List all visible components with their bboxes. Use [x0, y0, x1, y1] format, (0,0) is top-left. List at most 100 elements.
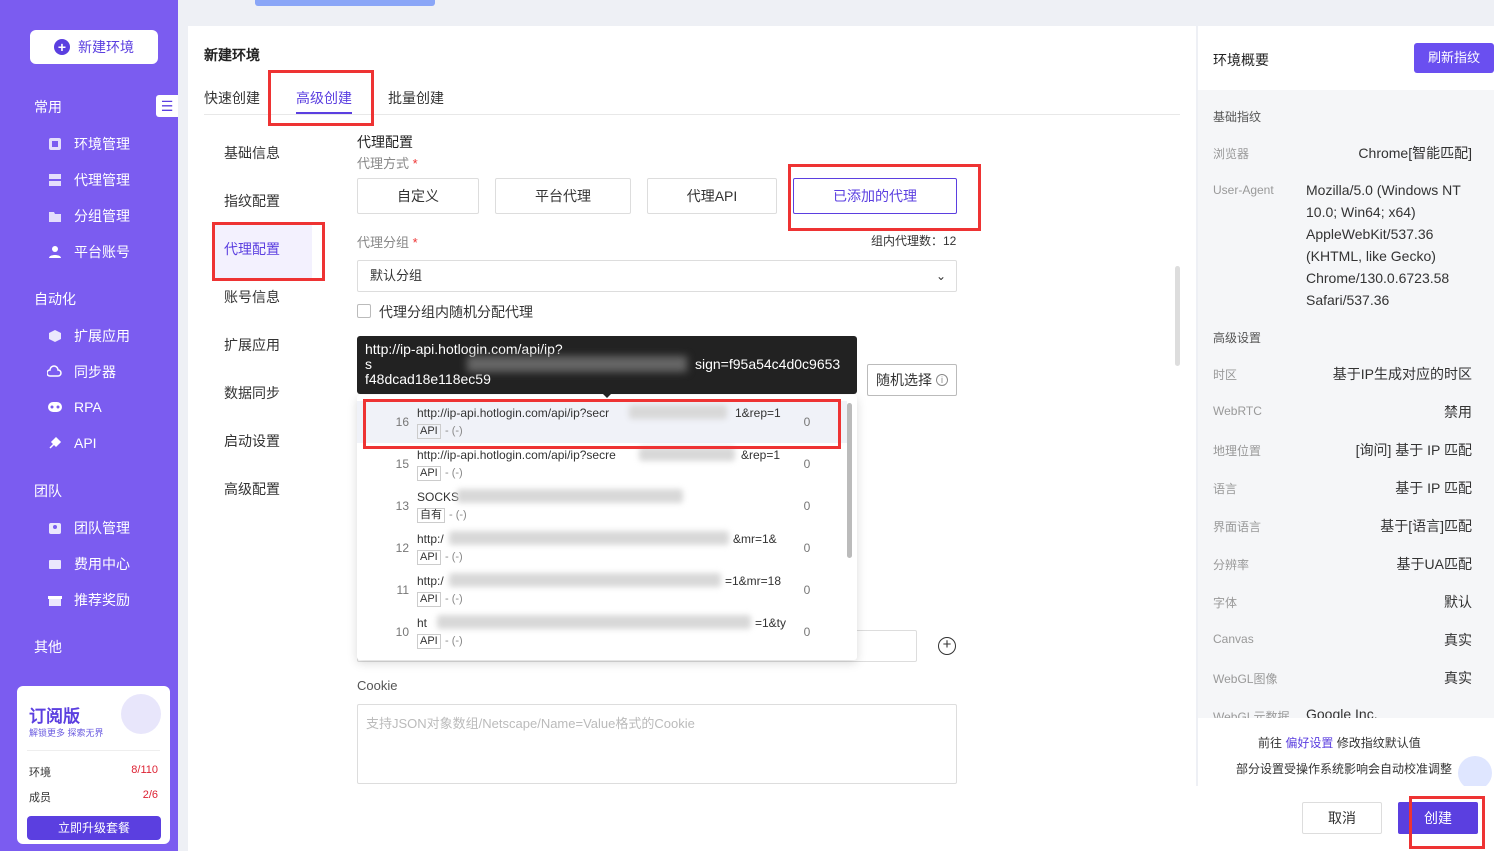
proxy-method-custom[interactable]: 自定义: [357, 178, 479, 214]
preferences-link[interactable]: 偏好设置: [1285, 736, 1333, 750]
random-select-button[interactable]: 随机选择 i: [867, 364, 957, 396]
dropdown-scrollbar[interactable]: [847, 403, 852, 558]
tooltip-arrow: [601, 392, 613, 398]
sidebar-item-rpa[interactable]: RPA: [46, 398, 102, 416]
wallet-icon: [46, 555, 64, 573]
cookie-textarea[interactable]: 支持JSON对象数组/Netscape/Name=Value格式的Cookie: [357, 704, 957, 784]
refresh-fingerprint-button[interactable]: 刷新指纹: [1414, 43, 1494, 73]
robot-icon: [46, 398, 64, 416]
cloud-sync-icon: [46, 363, 64, 381]
subscription-card: 订阅版 解锁更多 探索无界 环境 8/110 成员 2/6 立即升级套餐: [17, 686, 170, 844]
divider: [27, 750, 160, 751]
highlight-box: [363, 399, 841, 449]
timezone-value: 基于IP生成对应的时区: [1332, 366, 1472, 382]
assistant-bot-icon[interactable]: [1458, 756, 1492, 790]
sidebar-item-group[interactable]: 分组管理: [46, 206, 130, 226]
new-environment-label: 新建环境: [78, 39, 134, 55]
section-other: 其他: [34, 639, 62, 655]
proxy-option-11[interactable]: 11 http:/ =1&mr=18 API - (-) 0: [357, 569, 847, 611]
proxy-option-13[interactable]: 13 SOCKS 自有 - (-) 0: [357, 485, 847, 527]
sidebar-item-billing[interactable]: 费用中心: [46, 554, 130, 574]
highlight-box: [788, 164, 981, 231]
env-icon: [46, 135, 64, 153]
user-icon: [46, 243, 64, 261]
ui-language-value: 基于[语言]匹配: [1380, 518, 1472, 534]
webgl-image-key: WebGL图像: [1213, 672, 1278, 686]
proxy-method-platform[interactable]: 平台代理: [495, 178, 631, 214]
nav-account[interactable]: 账号信息: [224, 287, 280, 307]
tab-batch-create[interactable]: 批量创建: [388, 88, 444, 108]
language-key: 语言: [1213, 482, 1238, 496]
tab-quick-create[interactable]: 快速创建: [204, 88, 260, 108]
sidebar-item-team[interactable]: 团队管理: [46, 518, 130, 538]
nav-startup[interactable]: 启动设置: [224, 431, 280, 451]
browser-value: Chrome[智能匹配]: [1358, 145, 1472, 161]
top-banner: [255, 0, 435, 6]
proxy-option-10[interactable]: 10 ht =1&ty API - (-) 0: [357, 611, 847, 653]
subscription-subtitle: 解锁更多 探索无界: [29, 728, 104, 738]
random-assign-label: 代理分组内随机分配代理: [379, 304, 533, 320]
cancel-button[interactable]: 取消: [1302, 802, 1382, 834]
env-quota-row: 环境 8/110: [29, 764, 158, 779]
overview-header: 环境概要 刷新指纹: [1198, 26, 1494, 90]
section-team: 团队: [34, 483, 62, 499]
sidebar-item-api[interactable]: API: [46, 434, 97, 452]
mascot-icon: [121, 694, 161, 734]
random-assign-checkbox[interactable]: [357, 304, 371, 318]
member-quota-row: 成员 2/6: [29, 789, 158, 804]
proxy-option-15[interactable]: 15 http://ip-api.hotlogin.com/api/ip?sec…: [357, 443, 847, 485]
ui-language-key: 界面语言: [1213, 520, 1262, 534]
browser-key: 浏览器: [1213, 147, 1250, 161]
language-value: 基于 IP 匹配: [1395, 480, 1472, 496]
proxy-group-label: 代理分组 *: [357, 235, 418, 250]
proxy-url-tooltip: http://ip-api.hotlogin.com/api/ip? s sign…: [357, 336, 857, 398]
geolocation-value: [询问] 基于 IP 匹配: [1355, 442, 1472, 458]
page-title: 新建环境: [204, 47, 260, 63]
plus-icon: +: [54, 39, 70, 55]
new-environment-button[interactable]: + 新建环境: [30, 30, 158, 64]
highlight-box: [1409, 796, 1485, 849]
upgrade-button[interactable]: 立即升级套餐: [27, 816, 161, 840]
sidebar-item-sync[interactable]: 同步器: [46, 362, 116, 382]
redacted-blur: [467, 356, 687, 372]
collapse-menu-icon[interactable]: ☰: [156, 95, 178, 117]
sidebar-item-reward[interactable]: 推荐奖励: [46, 590, 130, 610]
canvas-value: 真实: [1444, 632, 1472, 648]
highlight-box: [268, 70, 374, 126]
action-bar: [188, 786, 1494, 851]
nav-extensions[interactable]: 扩展应用: [224, 335, 280, 355]
proxy-option-12[interactable]: 12 http:/ &mr=1& API - (-) 0: [357, 527, 847, 569]
proxy-method-label: 代理方式 *: [357, 156, 418, 171]
cube-icon: [46, 327, 64, 345]
scrollbar[interactable]: [1175, 266, 1180, 366]
font-value: 默认: [1444, 594, 1472, 610]
section-title: 代理配置: [357, 134, 413, 150]
folder-icon: [46, 207, 64, 225]
group-proxy-count: 组内代理数：12: [871, 234, 957, 248]
proxy-method-api[interactable]: 代理API: [647, 178, 777, 214]
nav-fingerprint[interactable]: 指纹配置: [224, 191, 280, 211]
webrtc-value: 禁用: [1444, 404, 1472, 420]
nav-basic-info[interactable]: 基础信息: [224, 143, 280, 163]
ua-value: Mozilla/5.0 (Windows NT 10.0; Win64; x64…: [1306, 182, 1461, 308]
overview-footer: 前往 偏好设置 修改指纹默认值 部分设置受操作系统影响会自动校准调整: [1198, 718, 1494, 786]
sidebar-item-env[interactable]: 环境管理: [46, 134, 130, 154]
environment-overview-panel: 环境概要 刷新指纹 基础指纹 浏览器 Chrome[智能匹配] User-Age…: [1198, 26, 1494, 786]
nav-data-sync[interactable]: 数据同步: [224, 383, 280, 403]
cookie-label: Cookie: [357, 678, 398, 693]
sidebar-item-extensions[interactable]: 扩展应用: [46, 326, 130, 346]
resolution-key: 分辨率: [1213, 558, 1250, 572]
section-automation: 自动化: [34, 291, 76, 307]
sidebar-item-account[interactable]: 平台账号: [46, 242, 130, 262]
webgl-image-value: 真实: [1444, 670, 1472, 686]
sidebar-item-proxy[interactable]: 代理管理: [46, 170, 130, 190]
nav-advanced[interactable]: 高级配置: [224, 479, 280, 499]
timezone-key: 时区: [1213, 368, 1238, 382]
highlight-box: [212, 222, 325, 281]
gift-icon: [46, 591, 64, 609]
add-circle-icon[interactable]: +: [938, 637, 956, 655]
subscription-title: 订阅版: [29, 707, 80, 726]
proxy-group-select[interactable]: 默认分组 ⌄: [357, 260, 957, 292]
resolution-value: 基于UA匹配: [1396, 556, 1472, 572]
chevron-down-icon: ⌄: [935, 269, 946, 283]
